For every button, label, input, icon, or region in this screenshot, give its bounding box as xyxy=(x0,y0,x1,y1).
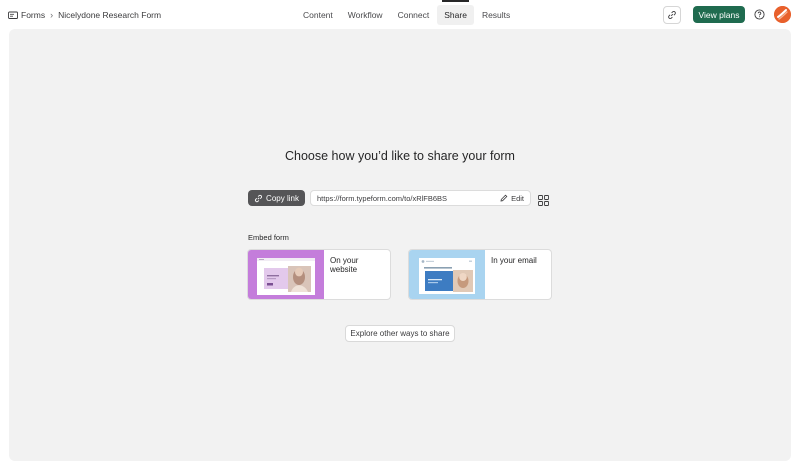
embed-website-card[interactable]: On your website xyxy=(247,249,391,300)
embed-form-heading: Embed form xyxy=(248,233,289,242)
tab-content[interactable]: Content xyxy=(296,5,340,25)
qr-code-button[interactable] xyxy=(538,193,549,206)
copy-link-icon-button[interactable] xyxy=(663,6,681,24)
edit-url-button[interactable]: Edit xyxy=(500,191,524,205)
share-canvas xyxy=(9,29,791,461)
view-plans-button[interactable]: View plans xyxy=(693,6,745,23)
share-url-field[interactable]: https://form.typeform.com/to/xRlFB6BS Ed… xyxy=(310,190,531,206)
embed-email-card[interactable]: In your email xyxy=(408,249,552,300)
copy-link-button[interactable]: Copy link xyxy=(248,190,305,206)
tab-share[interactable]: Share xyxy=(437,0,474,25)
share-url-text: https://form.typeform.com/to/xRlFB6BS xyxy=(317,193,448,203)
user-avatar[interactable] xyxy=(774,6,791,23)
page-title: Choose how you’d like to share your form xyxy=(285,149,515,163)
email-embed-preview xyxy=(409,250,485,299)
breadcrumb-forms-link[interactable]: Forms xyxy=(21,10,45,20)
tab-results[interactable]: Results xyxy=(475,5,517,25)
breadcrumb: Forms › Nicelydone Research Form xyxy=(8,0,161,29)
tab-connect[interactable]: Connect xyxy=(391,5,437,25)
help-button[interactable] xyxy=(754,9,765,20)
top-bar: Forms › Nicelydone Research Form Content… xyxy=(0,0,800,29)
website-embed-preview xyxy=(248,250,324,299)
tab-workflow[interactable]: Workflow xyxy=(341,5,390,25)
edit-url-label: Edit xyxy=(511,193,524,203)
embed-email-label: In your email xyxy=(491,256,537,265)
chevron-right-icon: › xyxy=(50,9,54,20)
explore-share-options-button[interactable]: Explore other ways to share xyxy=(345,325,455,342)
link-icon xyxy=(255,194,263,202)
qr-code-icon xyxy=(538,195,549,206)
forms-icon xyxy=(8,10,18,20)
breadcrumb-current-form[interactable]: Nicelydone Research Form xyxy=(58,10,161,20)
help-circle-icon xyxy=(754,9,765,20)
embed-website-label: On your website xyxy=(330,256,359,274)
link-icon xyxy=(668,10,676,20)
pencil-icon xyxy=(500,194,508,202)
main-tabs: Content Workflow Connect Share Results xyxy=(296,0,518,29)
copy-link-label: Copy link xyxy=(266,193,299,203)
